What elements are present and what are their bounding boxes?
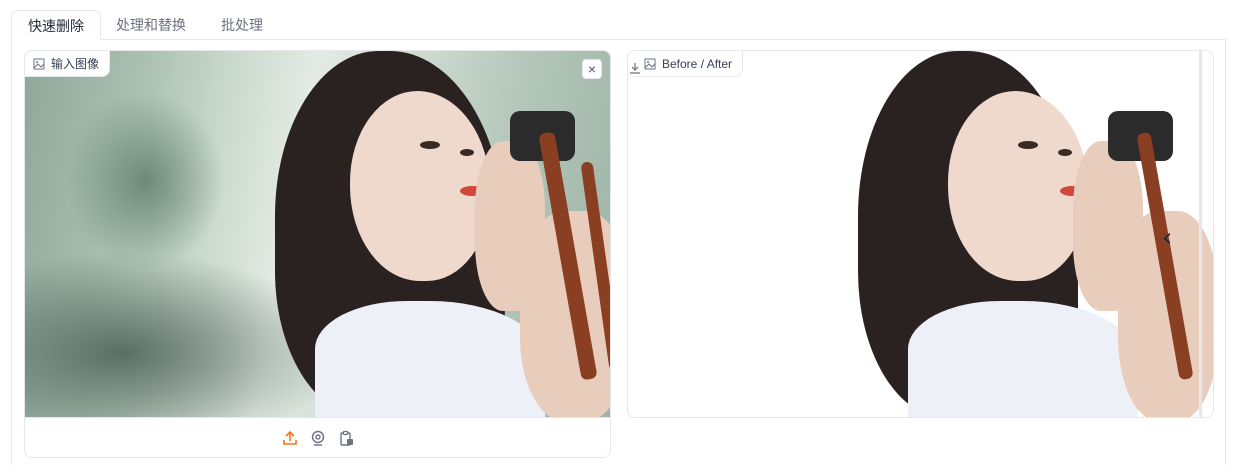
paste-clipboard-button[interactable] [338, 430, 354, 446]
portrait-subject-cutout [858, 51, 1213, 417]
output-image-label: Before / After [636, 51, 744, 77]
input-image[interactable] [25, 51, 610, 418]
input-source-toolbar [25, 417, 610, 457]
slider-arrow-left-icon[interactable]: ‹ [1162, 223, 1172, 253]
portrait-subject [255, 51, 610, 418]
background-blur [65, 91, 225, 271]
webcam-icon [311, 430, 324, 446]
input-image-label: 输入图像 [25, 51, 111, 77]
image-icon [644, 58, 656, 69]
download-button[interactable] [628, 59, 642, 77]
before-after-slider-track[interactable] [1199, 51, 1202, 417]
before-after-image[interactable]: ‹ [628, 51, 1213, 417]
clipboard-icon [339, 430, 353, 446]
input-image-panel: 输入图像 × [24, 50, 611, 458]
webcam-button[interactable] [310, 430, 326, 446]
clear-image-button[interactable]: × [582, 59, 602, 79]
tab-bar: 快速删除 处理和替换 批处理 [11, 10, 1226, 40]
upload-button[interactable] [282, 430, 298, 446]
close-icon: × [587, 61, 597, 77]
image-icon [33, 58, 45, 69]
input-image-label-text: 输入图像 [51, 57, 100, 71]
tab-process-replace[interactable]: 处理和替换 [100, 10, 202, 40]
output-image-panel: ‹ Before / After [627, 50, 1214, 418]
upload-icon [282, 430, 297, 445]
tab-quick-remove[interactable]: 快速删除 [11, 10, 101, 40]
tab-batch[interactable]: 批处理 [205, 10, 279, 40]
output-image-label-text: Before / After [662, 56, 733, 71]
download-icon [630, 63, 640, 74]
